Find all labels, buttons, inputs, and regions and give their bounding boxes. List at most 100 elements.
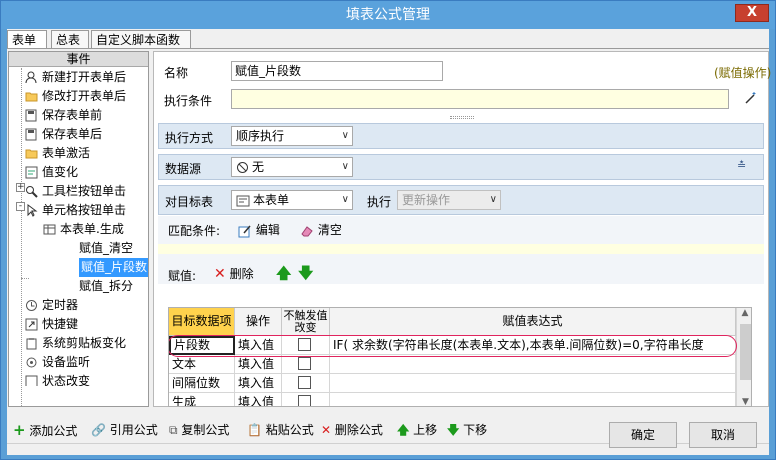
match-condition-field[interactable]: [158, 244, 764, 254]
copy-formula-label: 复制公式: [181, 423, 230, 437]
cell-op[interactable]: 填入值: [235, 355, 282, 374]
tree-item-state-change[interactable]: 状态改变: [25, 372, 90, 386]
data-source-label: 数据源: [165, 162, 202, 176]
double-chevron-down-icon[interactable]: ≛: [737, 159, 746, 172]
expand-toggle-icon[interactable]: +: [16, 183, 25, 192]
ref-formula-button[interactable]: 🔗 引用公式: [91, 419, 158, 441]
copy-formula-button[interactable]: ⧉ 复制公式: [169, 419, 229, 441]
form-icon: [25, 166, 38, 179]
tree-item-new-open[interactable]: 新建打开表单后: [25, 68, 126, 87]
match-section: 匹配条件: 编辑 清空 赋值: ✕ 删除 🡅 🡇: [158, 216, 764, 284]
tree-item-assign-clear[interactable]: 赋值_清空: [79, 239, 133, 258]
dialog-window: 填表公式管理 X 表单 总表 自定义脚本函数 事件 新建打开表单后 修改打开表单…: [0, 0, 776, 460]
close-button[interactable]: X: [735, 4, 769, 22]
link-icon: 🔗: [91, 423, 106, 437]
collapse-toggle-icon[interactable]: -: [16, 202, 25, 211]
move-down-button[interactable]: 🡇 下移: [447, 419, 487, 441]
exec-op-select: 更新操作 ∨: [397, 190, 501, 210]
exec-mode-select[interactable]: 顺序执行 ∨: [231, 126, 353, 146]
delete-icon: ✕: [214, 266, 226, 282]
cell-field[interactable]: 文本: [169, 355, 235, 374]
delete-button[interactable]: ✕ 删除: [214, 265, 254, 282]
col-header-expr: 赋值表达式: [330, 308, 736, 336]
exec-mode-section: 执行方式 顺序执行 ∨: [158, 123, 764, 149]
assign-label: 赋值:: [168, 269, 197, 283]
target-select[interactable]: 本表单 ∨: [231, 190, 353, 210]
ok-button[interactable]: 确定: [609, 422, 677, 448]
cell-field[interactable]: 生成: [169, 393, 235, 406]
tree-item-assign-segments[interactable]: 赋值_片段数: [79, 258, 148, 277]
checkbox[interactable]: [298, 376, 311, 389]
exec-label: 执行: [367, 195, 392, 209]
cell-no-trigger[interactable]: [282, 393, 330, 406]
clear-button[interactable]: 清空: [300, 221, 342, 238]
tab-summary[interactable]: 总表: [51, 30, 89, 49]
cell-no-trigger[interactable]: [282, 355, 330, 374]
tree-item-toolbar-click[interactable]: 工具栏按钮单击: [25, 182, 126, 201]
tree-branch: [21, 278, 29, 279]
tab-form[interactable]: 表单: [7, 30, 47, 49]
wand-icon[interactable]: [744, 91, 758, 105]
delete-formula-button[interactable]: ✕ 删除公式: [321, 419, 383, 441]
paste-formula-label: 粘贴公式: [265, 423, 314, 437]
arrow-up-icon[interactable]: 🡅: [276, 263, 291, 288]
tree-item-shortcut[interactable]: 快捷键: [25, 315, 78, 334]
tree-item-clipboard[interactable]: 系统剪贴板变化: [25, 334, 126, 353]
move-down-label: 下移: [463, 423, 488, 437]
checkbox[interactable]: [298, 395, 311, 406]
tab-custom-script[interactable]: 自定义脚本函数: [91, 30, 191, 49]
scroll-up-icon[interactable]: ▲: [737, 308, 751, 318]
splitter-grip[interactable]: [450, 116, 474, 119]
add-formula-button[interactable]: + 添加公式: [13, 419, 77, 441]
tree-item-label: 赋值_片段数: [81, 260, 148, 274]
tree-item-timer[interactable]: 定时器: [25, 296, 78, 315]
dialog-body: 表单 总表 自定义脚本函数 事件 新建打开表单后 修改打开表单后 保存表单前 保…: [7, 29, 772, 455]
tree-item-before-save[interactable]: 保存表单前: [25, 106, 102, 125]
cancel-button[interactable]: 取消: [689, 422, 757, 448]
condition-label: 执行条件: [164, 94, 213, 108]
form-icon: [236, 195, 250, 206]
tree-item-value-change[interactable]: 值变化: [25, 163, 78, 182]
tree-item-cell-button-click[interactable]: 单元格按钮单击: [25, 201, 126, 220]
tree-item-after-save[interactable]: 保存表单后: [25, 125, 102, 144]
add-formula-label: 添加公式: [29, 424, 78, 438]
cell-op[interactable]: 填入值: [235, 374, 282, 393]
data-source-select[interactable]: 无 ∨: [231, 157, 353, 177]
move-up-button[interactable]: 🡅 上移: [397, 419, 437, 441]
plus-icon: +: [13, 421, 26, 439]
tree-item-assign-split[interactable]: 赋值_拆分: [79, 277, 133, 296]
tree-item-edit-open[interactable]: 修改打开表单后: [25, 87, 126, 106]
cell-no-trigger[interactable]: [282, 374, 330, 393]
exec-mode-label: 执行方式: [165, 131, 214, 145]
data-source-value: 无: [252, 160, 265, 174]
scroll-down-icon[interactable]: ▼: [737, 397, 751, 406]
cell-expr[interactable]: [330, 355, 736, 374]
name-input[interactable]: 赋值_片段数: [231, 61, 443, 81]
edit-button[interactable]: 编辑: [238, 221, 280, 238]
col-header-no-trigger: 不触发值改变: [282, 308, 330, 336]
condition-input[interactable]: [231, 89, 729, 109]
arrow-down-icon[interactable]: 🡇: [298, 263, 313, 288]
tree-guide-line: [21, 68, 22, 406]
paste-formula-button[interactable]: 📋 粘贴公式: [247, 419, 314, 441]
none-icon: [237, 162, 248, 173]
name-label: 名称: [164, 66, 189, 80]
tree-item-generate[interactable]: 本表单.生成: [43, 220, 124, 239]
edit-icon: [238, 225, 251, 237]
shortcut-icon: [25, 318, 38, 331]
grid-scrollbar[interactable]: ▲ ▼: [736, 308, 751, 406]
cell-op[interactable]: 填入值: [235, 393, 282, 406]
scroll-thumb[interactable]: [740, 324, 751, 380]
tree-item-device-listen[interactable]: 设备监听: [25, 353, 90, 372]
assignment-grid[interactable]: 目标数据项 操作 不触发值改变 赋值表达式 ▲ ▼ 片段数 填入值 IF( 求余…: [168, 307, 752, 407]
tree-item-activate[interactable]: 表单激活: [25, 144, 90, 163]
cell-field[interactable]: 间隔位数: [169, 374, 235, 393]
formula-detail-panel: 名称 赋值_片段数 (赋值操作) 执行条件 执行方式 顺序执行 ∨ 数据源 无 ∨ …: [153, 51, 772, 407]
match-label: 匹配条件:: [168, 224, 221, 238]
checkbox[interactable]: [298, 357, 311, 370]
assign-operation-tag: (赋值操作): [714, 66, 772, 80]
event-tree[interactable]: 事件 新建打开表单后 修改打开表单后 保存表单前 保存表单后 表单激活 值变化: [8, 51, 149, 407]
tab-strip: 表单 总表 自定义脚本函数: [7, 30, 769, 49]
cell-expr[interactable]: [330, 393, 736, 406]
cell-expr[interactable]: [330, 374, 736, 393]
